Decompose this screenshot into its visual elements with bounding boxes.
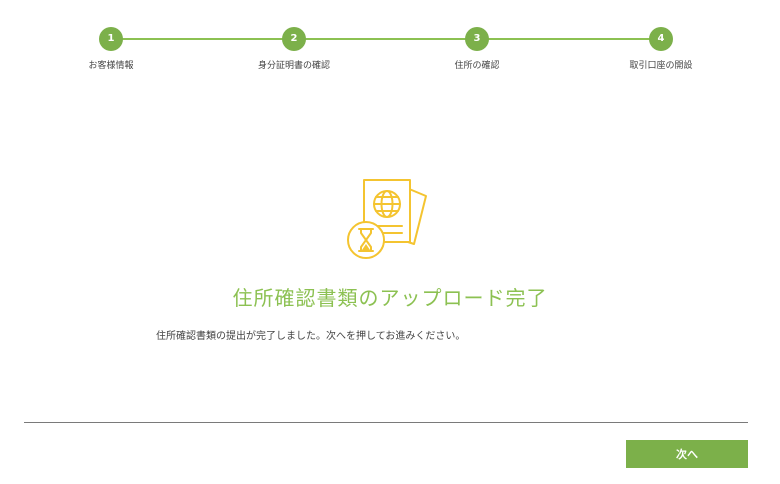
completion-message: 住所確認書類の提出が完了しました。次へを押してお進みください。 bbox=[156, 331, 466, 342]
step-label: 住所の確認 bbox=[454, 61, 500, 71]
stepper-line bbox=[111, 38, 661, 40]
step-account-opening: 4 取引口座の開設 bbox=[591, 27, 731, 71]
step-number: 2 bbox=[282, 27, 306, 51]
step-number: 4 bbox=[649, 27, 673, 51]
step-label: 身分証明書の確認 bbox=[257, 61, 330, 71]
step-label: 取引口座の開設 bbox=[629, 61, 693, 71]
next-button[interactable]: 次へ bbox=[626, 440, 748, 468]
step-number: 1 bbox=[99, 27, 123, 51]
step-number: 3 bbox=[465, 27, 489, 51]
passport-hourglass-icon bbox=[334, 178, 434, 266]
upload-complete-page: 1 お客様情報 2 身分証明書の確認 3 住所の確認 4 取引口座の開設 住所確… bbox=[0, 0, 780, 484]
step-label: お客様情報 bbox=[88, 61, 134, 71]
step-id-verification: 2 身分証明書の確認 bbox=[224, 27, 364, 71]
step-address-verification: 3 住所の確認 bbox=[407, 27, 547, 71]
step-customer-info: 1 お客様情報 bbox=[41, 27, 181, 71]
page-title: 住所確認書類のアップロード完了 bbox=[232, 286, 548, 310]
footer-divider bbox=[24, 422, 748, 423]
